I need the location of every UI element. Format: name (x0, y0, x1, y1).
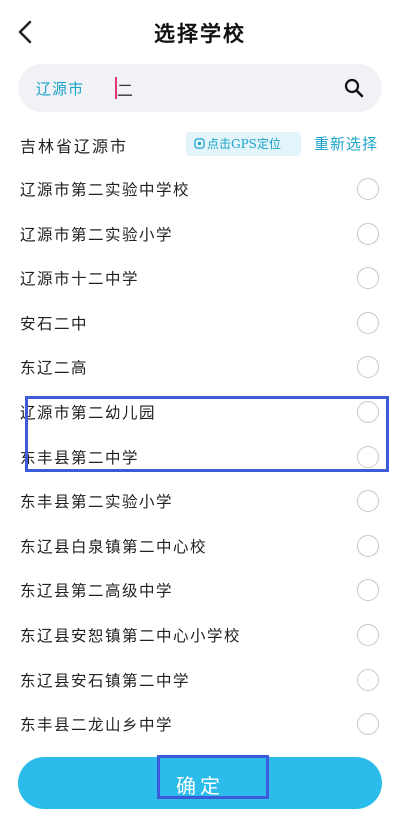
radio-button[interactable] (357, 445, 379, 468)
radio-button[interactable] (357, 311, 379, 334)
reselect-link[interactable]: 重新选择 (314, 133, 378, 154)
radio-button[interactable] (357, 490, 379, 513)
radio-button[interactable] (357, 668, 379, 691)
school-name: 东辽县安恕镇第二中心小学校 (20, 626, 242, 645)
location-row: 吉林省辽源市 点击GPS定位 重新选择 (0, 126, 400, 162)
radio-button[interactable] (357, 222, 379, 245)
search-input[interactable]: 辽源市 二 (18, 64, 382, 112)
page-title: 选择学校 (154, 21, 246, 46)
confirm-label: 确定 (176, 774, 224, 798)
school-list: 辽源市第二实验中学校 辽源市第二实验小学 辽源市十二中学 安石二中 东辽二高 辽… (0, 167, 400, 747)
radio-button[interactable] (357, 178, 379, 200)
search-city-prefix: 辽源市 (36, 80, 85, 98)
confirm-button[interactable]: 确定 (18, 757, 382, 809)
list-item[interactable]: 东丰县第二实验小学 (0, 479, 400, 524)
list-item[interactable]: 东丰县二龙山乡中学 (0, 702, 400, 747)
list-item[interactable]: 东辽二高 (0, 345, 400, 390)
school-name: 辽源市第二幼儿园 (20, 403, 157, 422)
school-name: 东辽县安石镇第二中学 (20, 671, 191, 690)
current-location: 吉林省辽源市 (20, 137, 129, 156)
gps-locate-label: 点击GPS定位 (207, 137, 281, 151)
list-item[interactable]: 东丰县第二中学 (0, 435, 400, 480)
radio-button[interactable] (357, 400, 379, 423)
school-name: 东辽二高 (20, 359, 89, 378)
radio-button[interactable] (357, 534, 379, 557)
list-item[interactable]: 东辽县安恕镇第二中心小学校 (0, 613, 400, 658)
list-item[interactable]: 东辽县第二高级中学 (0, 568, 400, 613)
radio-button[interactable] (357, 579, 379, 602)
list-item[interactable]: 安石二中 (0, 301, 400, 346)
list-item[interactable]: 辽源市十二中学 (0, 256, 400, 301)
school-name: 辽源市第二实验小学 (20, 225, 174, 244)
search-query-text: 二 (117, 81, 134, 100)
radio-button[interactable] (357, 713, 379, 736)
school-name: 东丰县第二实验小学 (20, 493, 174, 512)
school-name: 辽源市第二实验中学校 (20, 181, 191, 199)
gps-locate-button[interactable]: 点击GPS定位 (186, 132, 301, 156)
school-name: 辽源市十二中学 (20, 270, 140, 289)
list-item[interactable]: 东辽县白泉镇第二中心校 (0, 524, 400, 569)
list-item[interactable]: 辽源市第二幼儿园 (0, 390, 400, 435)
school-name: 东辽县白泉镇第二中心校 (20, 537, 208, 556)
radio-button[interactable] (357, 623, 379, 646)
list-item[interactable]: 辽源市第二实验小学 (0, 212, 400, 257)
location-pin-icon (194, 138, 205, 149)
school-name: 东丰县第二中学 (20, 448, 140, 467)
radio-button[interactable] (357, 267, 379, 290)
list-item[interactable]: 东辽县安石镇第二中学 (0, 658, 400, 703)
school-name: 东丰县二龙山乡中学 (20, 716, 174, 735)
list-item[interactable]: 辽源市第二实验中学校 (0, 167, 400, 212)
school-name: 东辽县第二高级中学 (20, 582, 174, 601)
text-cursor (115, 77, 117, 99)
school-name: 安石二中 (20, 314, 89, 333)
header: 选择学校 (0, 0, 400, 62)
search-icon[interactable] (344, 78, 364, 98)
radio-button[interactable] (357, 356, 379, 379)
